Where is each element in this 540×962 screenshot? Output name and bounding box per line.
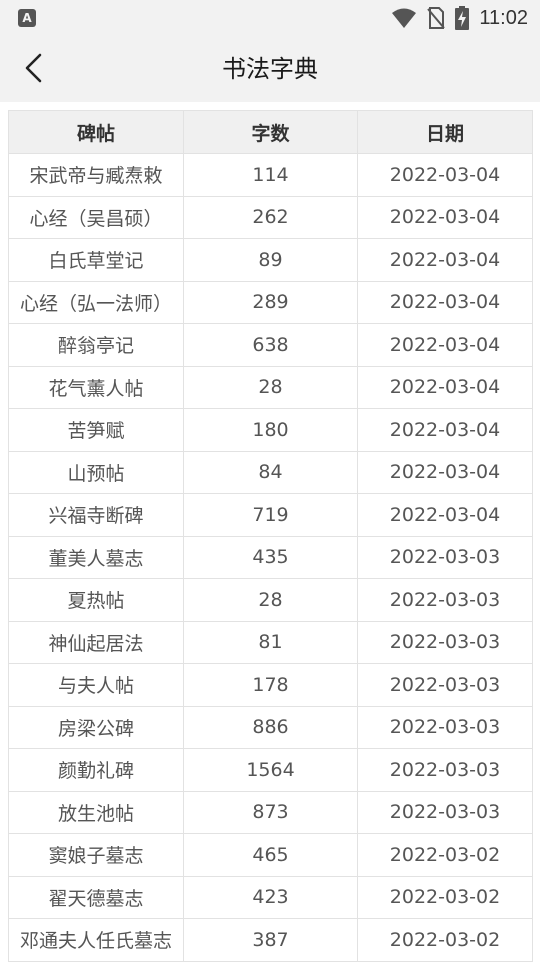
- cell-title: 山预帖: [8, 450, 184, 494]
- cell-date: 2022-03-04: [357, 153, 533, 197]
- column-header-date: 日期: [357, 110, 533, 154]
- page-title: 书法字典: [222, 55, 318, 83]
- column-header-title: 碑帖: [8, 110, 184, 154]
- table-row[interactable]: 邓通夫人任氏墓志 387 2022-03-02: [8, 918, 533, 962]
- no-sim-icon: [427, 7, 446, 29]
- cell-count: 387: [183, 918, 358, 962]
- cell-date: 2022-03-03: [357, 620, 533, 664]
- table-row[interactable]: 颜勤礼碑 1564 2022-03-03: [8, 748, 533, 792]
- cell-title: 苦笋赋: [8, 408, 184, 452]
- cell-count: 873: [183, 790, 358, 834]
- cell-count: 28: [183, 578, 358, 622]
- cell-title: 翟天德墓志: [8, 875, 184, 919]
- status-icons: 11:02: [391, 4, 528, 32]
- app-bar: 书法字典: [0, 36, 540, 102]
- cell-date: 2022-03-03: [357, 663, 533, 707]
- cell-date: 2022-03-03: [357, 748, 533, 792]
- cell-count: 435: [183, 535, 358, 579]
- table-row[interactable]: 宋武帝与臧焘敕 114 2022-03-04: [8, 153, 533, 197]
- cell-count: 28: [183, 365, 358, 409]
- cell-title: 夏热帖: [8, 578, 184, 622]
- cell-title: 白氏草堂记: [8, 238, 184, 282]
- cell-date: 2022-03-04: [357, 408, 533, 452]
- cell-count: 114: [183, 153, 358, 197]
- table-row[interactable]: 董美人墓志 435 2022-03-03: [8, 535, 533, 579]
- cell-date: 2022-03-04: [357, 323, 533, 367]
- clock: 11:02: [479, 6, 528, 29]
- cell-title: 董美人墓志: [8, 535, 184, 579]
- cell-title: 邓通夫人任氏墓志: [8, 918, 184, 962]
- table-row[interactable]: 放生池帖 873 2022-03-03: [8, 790, 533, 834]
- table-row[interactable]: 苦笋赋 180 2022-03-04: [8, 408, 533, 452]
- column-header-count: 字数: [183, 110, 358, 154]
- table-row[interactable]: 醉翁亭记 638 2022-03-04: [8, 323, 533, 367]
- table-row[interactable]: 兴福寺断碑 719 2022-03-04: [8, 493, 533, 537]
- cell-date: 2022-03-04: [357, 450, 533, 494]
- cell-count: 719: [183, 493, 358, 537]
- table-row[interactable]: 夏热帖 28 2022-03-03: [8, 578, 533, 622]
- cell-title: 醉翁亭记: [8, 323, 184, 367]
- status-bar: A 11:02: [0, 0, 540, 36]
- cell-title: 放生池帖: [8, 790, 184, 834]
- table-row[interactable]: 与夫人帖 178 2022-03-03: [8, 663, 533, 707]
- cell-count: 178: [183, 663, 358, 707]
- cell-date: 2022-03-02: [357, 833, 533, 877]
- table-row[interactable]: 心经（弘一法师） 289 2022-03-04: [8, 280, 533, 324]
- cell-title: 颜勤礼碑: [8, 748, 184, 792]
- table-row[interactable]: 窦娘子墓志 465 2022-03-02: [8, 833, 533, 877]
- cell-date: 2022-03-03: [357, 535, 533, 579]
- cell-title: 房梁公碑: [8, 705, 184, 749]
- cell-count: 638: [183, 323, 358, 367]
- cell-title: 花气薰人帖: [8, 365, 184, 409]
- cell-date: 2022-03-04: [357, 280, 533, 324]
- cell-title: 窦娘子墓志: [8, 833, 184, 877]
- cell-count: 1564: [183, 748, 358, 792]
- table-row[interactable]: 山预帖 84 2022-03-04: [8, 450, 533, 494]
- table-row[interactable]: 房梁公碑 886 2022-03-03: [8, 705, 533, 749]
- cell-date: 2022-03-04: [357, 238, 533, 282]
- cell-count: 180: [183, 408, 358, 452]
- cell-date: 2022-03-03: [357, 790, 533, 834]
- cell-title: 神仙起居法: [8, 620, 184, 664]
- cell-date: 2022-03-04: [357, 365, 533, 409]
- cell-date: 2022-03-03: [357, 578, 533, 622]
- cell-title: 心经（弘一法师）: [8, 280, 184, 324]
- calligraphy-table: 碑帖 字数 日期 宋武帝与臧焘敕 114 2022-03-04 心经（吴昌硕） 262…: [8, 110, 533, 962]
- cell-count: 84: [183, 450, 358, 494]
- cell-count: 81: [183, 620, 358, 664]
- cell-count: 262: [183, 195, 358, 239]
- table-row[interactable]: 翟天德墓志 423 2022-03-02: [8, 875, 533, 919]
- table-row[interactable]: 花气薰人帖 28 2022-03-04: [8, 365, 533, 409]
- cell-date: 2022-03-04: [357, 195, 533, 239]
- battery-charging-icon: [455, 6, 470, 30]
- app-notification-icon: A: [18, 9, 36, 27]
- cell-date: 2022-03-02: [357, 875, 533, 919]
- cell-date: 2022-03-02: [357, 918, 533, 962]
- cell-title: 宋武帝与臧焘敕: [8, 153, 184, 197]
- cell-count: 89: [183, 238, 358, 282]
- cell-count: 289: [183, 280, 358, 324]
- table-header-row: 碑帖 字数 日期: [8, 110, 533, 154]
- cell-count: 465: [183, 833, 358, 877]
- table-row[interactable]: 白氏草堂记 89 2022-03-04: [8, 238, 533, 282]
- cell-date: 2022-03-04: [357, 493, 533, 537]
- table-row[interactable]: 心经（吴昌硕） 262 2022-03-04: [8, 195, 533, 239]
- cell-title: 与夫人帖: [8, 663, 184, 707]
- cell-title: 心经（吴昌硕）: [8, 195, 184, 239]
- cell-count: 423: [183, 875, 358, 919]
- cell-count: 886: [183, 705, 358, 749]
- wifi-icon: [392, 8, 417, 28]
- cell-date: 2022-03-03: [357, 705, 533, 749]
- cell-title: 兴福寺断碑: [8, 493, 184, 537]
- table-row[interactable]: 神仙起居法 81 2022-03-03: [8, 620, 533, 664]
